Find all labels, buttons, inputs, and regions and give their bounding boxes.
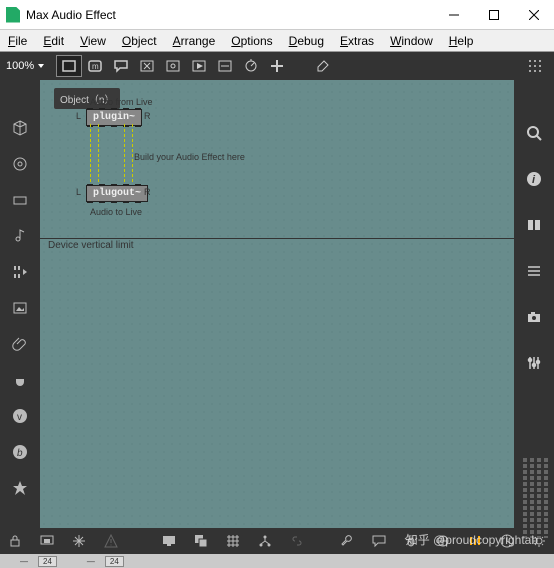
- layers-icon[interactable]: [192, 532, 210, 550]
- window-title: Max Audio Effect: [26, 8, 434, 22]
- menu-extras[interactable]: Extras: [340, 34, 374, 48]
- patch-cable-l[interactable]: [90, 124, 91, 182]
- camera-icon[interactable]: [525, 308, 543, 326]
- main-area: v b Object（n） Audio from Live L plugin~ …: [0, 80, 554, 528]
- svg-text:b: b: [17, 448, 23, 459]
- v-circle-icon[interactable]: v: [10, 406, 30, 426]
- menu-arrange[interactable]: Arrange: [173, 34, 216, 48]
- menu-bar: File Edit View Object Arrange Options De…: [0, 30, 554, 52]
- cube-icon[interactable]: [10, 118, 30, 138]
- lock-icon[interactable]: [6, 532, 24, 550]
- meter-bar: [537, 458, 541, 538]
- patch-cable-l2[interactable]: [98, 124, 99, 182]
- menu-edit[interactable]: Edit: [43, 34, 64, 48]
- add-button[interactable]: [264, 55, 290, 77]
- zoom-value: 100%: [6, 60, 34, 72]
- book-icon[interactable]: [525, 216, 543, 234]
- app-icon: [6, 7, 20, 23]
- meter-bar: [530, 458, 534, 538]
- grid-toggle-icon[interactable]: [224, 532, 242, 550]
- device-limit-line: [40, 238, 514, 239]
- extra-val-2: 24: [105, 556, 124, 567]
- sequence-icon[interactable]: [10, 262, 30, 282]
- zoom-dropdown[interactable]: 100%: [6, 60, 44, 72]
- patch-cable-r2[interactable]: [132, 124, 133, 182]
- chevron-down-icon: [38, 64, 44, 68]
- plugin-l-label: L: [76, 111, 81, 121]
- link-icon[interactable]: [288, 532, 306, 550]
- svg-text:m: m: [92, 62, 99, 71]
- extra-strip: —24 —24: [0, 554, 554, 568]
- plug-icon[interactable]: [10, 370, 30, 390]
- paint-button[interactable]: [310, 55, 336, 77]
- audio-to-label: Audio to Live: [90, 207, 142, 217]
- new-slider-button[interactable]: [238, 55, 264, 77]
- plugin-object[interactable]: plugin~: [86, 109, 142, 126]
- level-meters: [523, 458, 548, 538]
- top-toolbar: 100% m: [0, 52, 554, 80]
- bottom-toolbar: [0, 528, 554, 554]
- b-circle-icon[interactable]: b: [10, 442, 30, 462]
- title-bar: Max Audio Effect: [0, 0, 554, 30]
- warning-icon[interactable]: [102, 532, 120, 550]
- note-icon[interactable]: [10, 226, 30, 246]
- minimize-button[interactable]: [434, 0, 474, 29]
- plugin-r-label: R: [144, 111, 151, 121]
- audio-from-label: Audio from Live: [90, 97, 153, 107]
- menu-view[interactable]: View: [80, 34, 106, 48]
- close-button[interactable]: [514, 0, 554, 29]
- new-number-button[interactable]: [212, 55, 238, 77]
- menu-window[interactable]: Window: [390, 34, 433, 48]
- bug-icon[interactable]: [402, 532, 420, 550]
- screen-icon[interactable]: [160, 532, 178, 550]
- clock-icon[interactable]: [498, 532, 516, 550]
- snowflake-icon[interactable]: [70, 532, 88, 550]
- wrench-icon[interactable]: [338, 532, 356, 550]
- left-palette: v b: [0, 80, 40, 528]
- audio-on-icon[interactable]: [466, 532, 484, 550]
- new-bang-button[interactable]: [134, 55, 160, 77]
- grid-button[interactable]: [522, 55, 548, 77]
- plugout-object[interactable]: plugout~: [86, 185, 148, 202]
- patcher-canvas[interactable]: Object（n） Audio from Live L plugin~ R Bu…: [40, 80, 514, 528]
- plugout-r-label: R: [144, 187, 151, 197]
- meter-bar: [523, 458, 527, 538]
- plugout-l-label: L: [76, 187, 81, 197]
- presentation-icon[interactable]: [38, 532, 56, 550]
- probe-icon[interactable]: [434, 532, 452, 550]
- extra-val-1: 24: [38, 556, 57, 567]
- menu-debug[interactable]: Debug: [289, 34, 324, 48]
- menu-help[interactable]: Help: [449, 34, 474, 48]
- svg-text:v: v: [17, 412, 22, 423]
- info-icon[interactable]: i: [525, 170, 543, 188]
- window-controls: [434, 0, 554, 29]
- sliders-icon[interactable]: [525, 354, 543, 372]
- device-icon[interactable]: [10, 190, 30, 210]
- image-icon[interactable]: [10, 298, 30, 318]
- chat-icon[interactable]: [370, 532, 388, 550]
- patch-cable-r[interactable]: [124, 124, 125, 182]
- new-button-button[interactable]: [186, 55, 212, 77]
- menu-file[interactable]: File: [8, 34, 27, 48]
- new-object-button[interactable]: [56, 55, 82, 77]
- build-hint-label: Build your Audio Effect here: [134, 152, 245, 162]
- menu-object[interactable]: Object: [122, 34, 157, 48]
- attach-icon[interactable]: [10, 334, 30, 354]
- star-icon[interactable]: [10, 478, 30, 498]
- maximize-button[interactable]: [474, 0, 514, 29]
- new-comment-button[interactable]: [108, 55, 134, 77]
- new-message-button[interactable]: m: [82, 55, 108, 77]
- menu-options[interactable]: Options: [231, 34, 272, 48]
- new-toggle-button[interactable]: [160, 55, 186, 77]
- hierarchy-icon[interactable]: [256, 532, 274, 550]
- meter-bar: [544, 458, 548, 538]
- search-icon[interactable]: [525, 124, 543, 142]
- target-icon[interactable]: [10, 154, 30, 174]
- list-icon[interactable]: [525, 262, 543, 280]
- device-limit-label: Device vertical limit: [48, 240, 134, 251]
